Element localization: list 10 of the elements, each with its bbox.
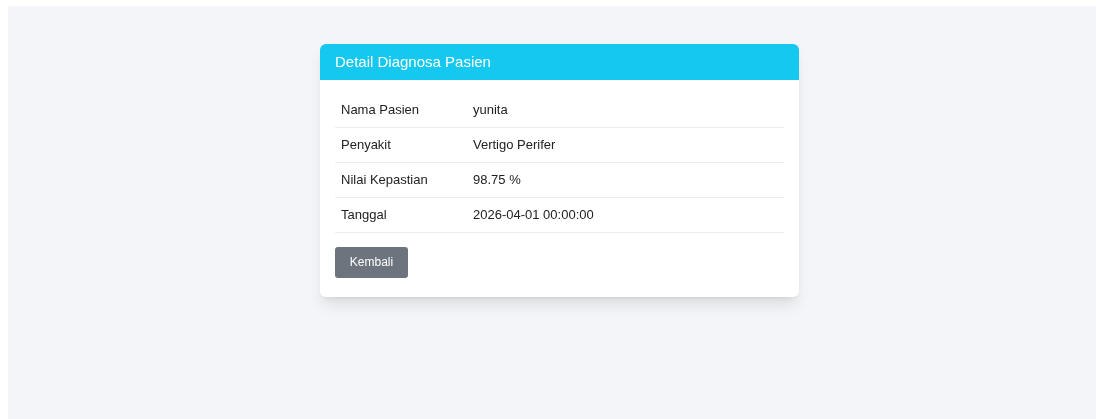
- field-label: Nilai Kepastian: [335, 162, 473, 197]
- field-label: Tanggal: [335, 197, 473, 232]
- card-header: Detail Diagnosa Pasien: [320, 44, 799, 80]
- field-value: yunita: [473, 92, 784, 127]
- field-value: 2026-04-01 00:00:00: [473, 197, 784, 232]
- field-label: Nama Pasien: [335, 92, 473, 127]
- field-value: 98.75 %: [473, 162, 784, 197]
- field-label: Penyakit: [335, 127, 473, 162]
- back-button[interactable]: Kembali: [335, 246, 408, 278]
- field-value: Vertigo Perifer: [473, 127, 784, 162]
